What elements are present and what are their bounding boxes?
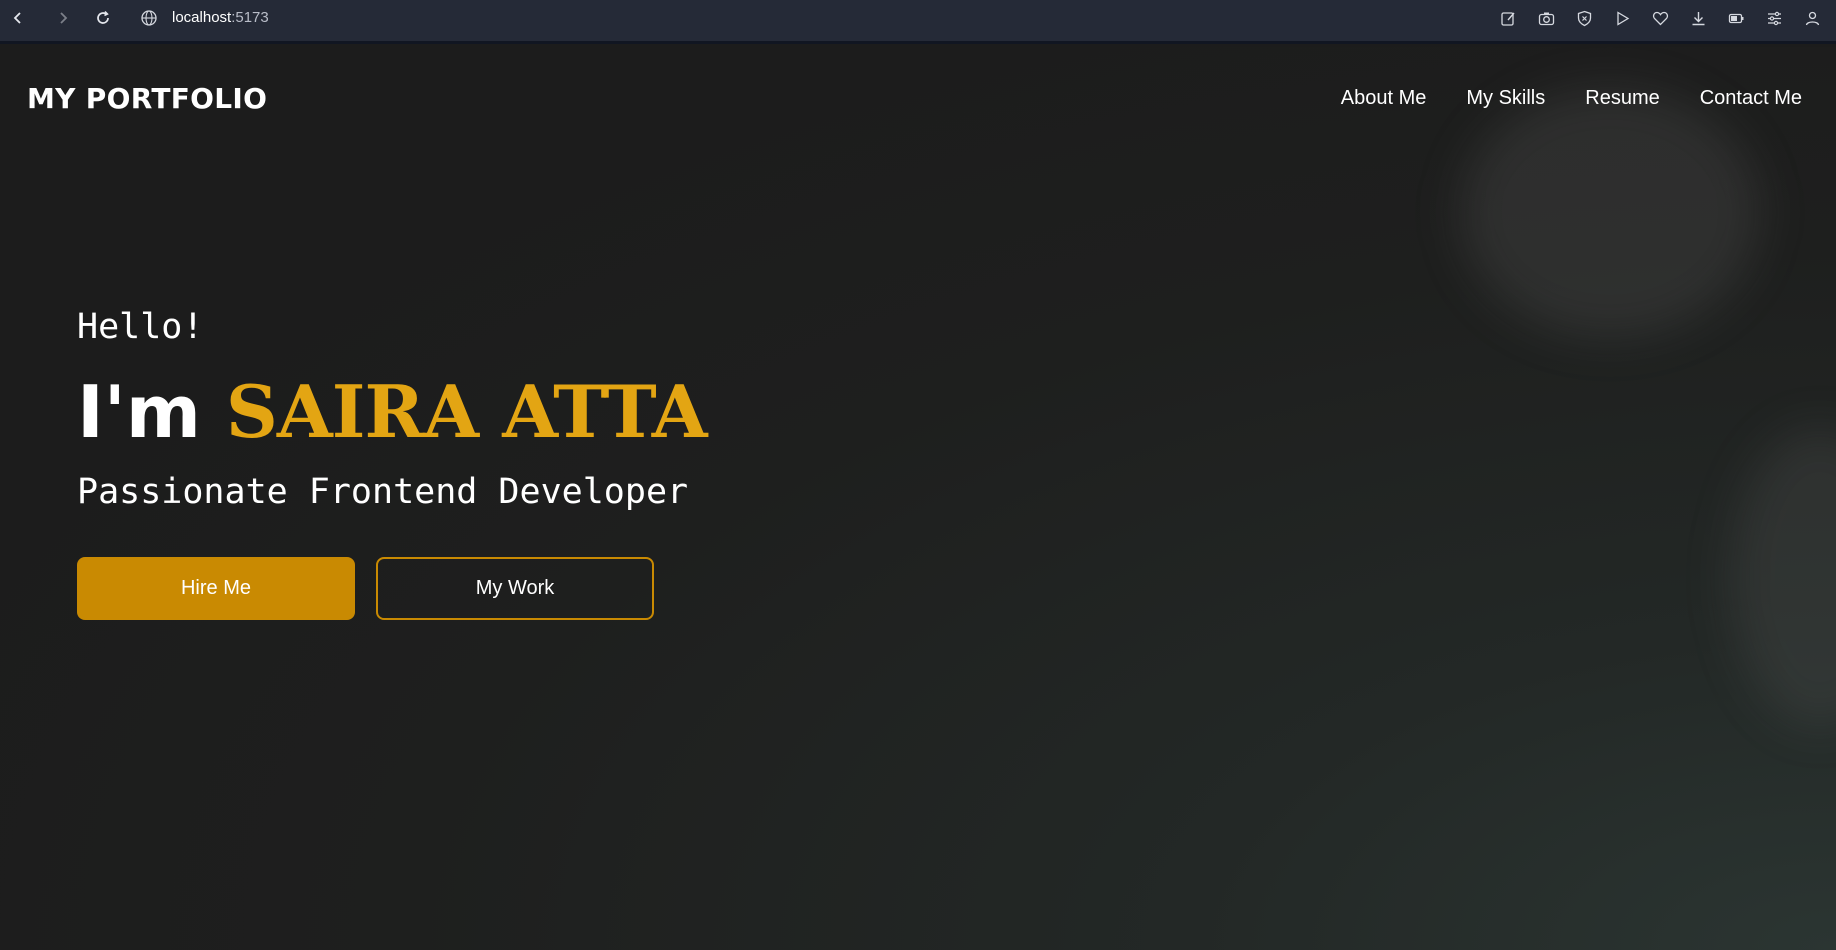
partial-content-icon — [410, 940, 490, 950]
hire-me-button[interactable]: Hire Me — [77, 557, 355, 620]
main-nav: About Me My Skills Resume Contact Me — [1341, 87, 1802, 110]
background-bokeh — [1460, 87, 1760, 337]
forward-icon[interactable] — [54, 9, 72, 27]
play-icon[interactable] — [1612, 8, 1632, 28]
my-work-button[interactable]: My Work — [376, 557, 654, 620]
hero-role: Passionate Frontend Developer — [77, 472, 689, 512]
hero-name: SAIRA ATTA — [225, 369, 708, 454]
nav-link-resume[interactable]: Resume — [1585, 87, 1659, 110]
heart-icon[interactable] — [1650, 8, 1670, 28]
shield-icon[interactable] — [1574, 8, 1594, 28]
camera-icon[interactable] — [1536, 8, 1556, 28]
globe-icon — [140, 9, 158, 27]
hero-greeting: Hello! — [77, 307, 204, 347]
browser-toolbar: localhost:5173 — [0, 0, 1836, 44]
profile-icon[interactable] — [1802, 8, 1822, 28]
download-icon[interactable] — [1688, 8, 1708, 28]
reload-icon[interactable] — [94, 9, 112, 27]
edit-icon[interactable] — [1498, 8, 1518, 28]
url-port: :5173 — [231, 9, 269, 26]
nav-link-skills[interactable]: My Skills — [1466, 87, 1545, 110]
site-logo[interactable]: MY PORTFOLIO — [27, 82, 267, 115]
nav-link-about[interactable]: About Me — [1341, 87, 1427, 110]
back-icon[interactable] — [9, 9, 27, 27]
hero-intro: I'm — [77, 370, 226, 454]
portfolio-page: MY PORTFOLIO About Me My Skills Resume C… — [0, 47, 1836, 950]
nav-link-contact[interactable]: Contact Me — [1700, 87, 1802, 110]
address-bar[interactable]: localhost:5173 — [172, 9, 269, 26]
sliders-icon[interactable] — [1764, 8, 1784, 28]
browser-extension-icons — [1498, 8, 1822, 28]
hero-headline: I'm SAIRA ATTA — [77, 369, 708, 454]
battery-icon[interactable] — [1726, 8, 1746, 28]
url-host: localhost — [172, 9, 232, 26]
background-bokeh — [1730, 427, 1836, 727]
